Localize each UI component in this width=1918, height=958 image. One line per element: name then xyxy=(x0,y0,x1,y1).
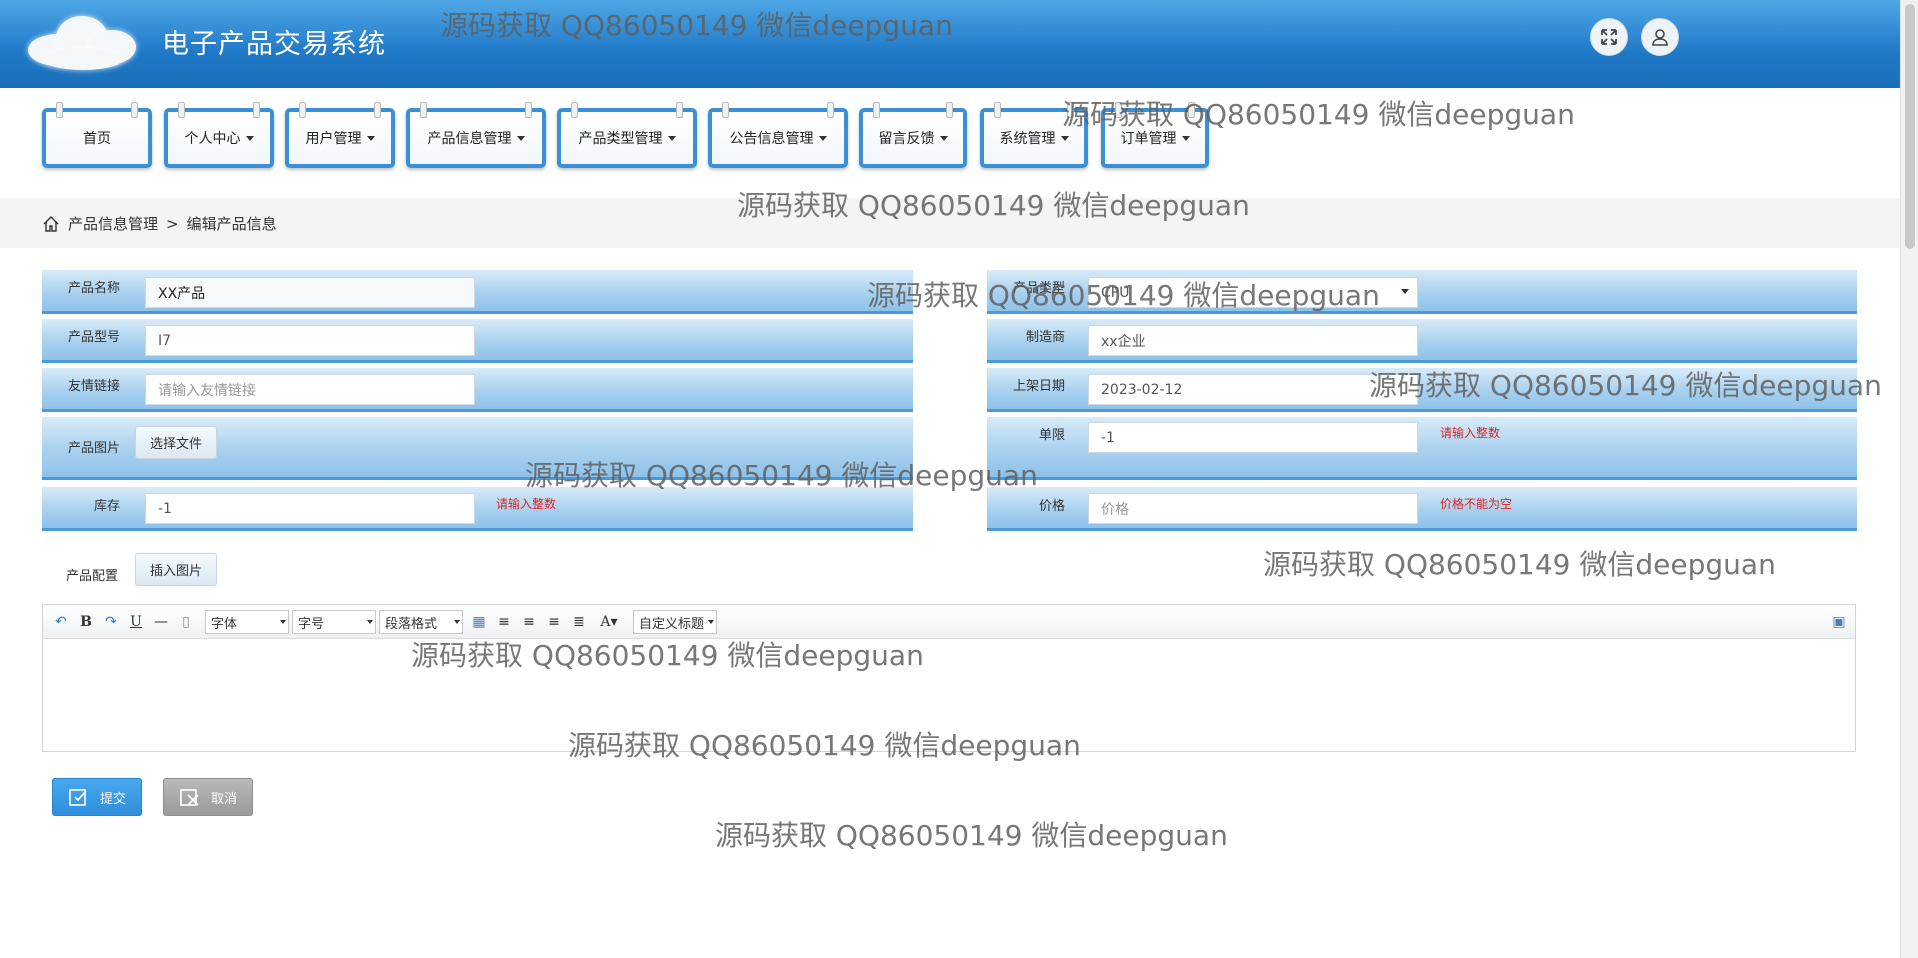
paragraph-format-select[interactable]: 段落格式 xyxy=(379,610,463,634)
breadcrumb-current: 编辑产品信息 xyxy=(186,215,277,233)
limit-input[interactable]: -1 xyxy=(1088,422,1418,453)
logo-cloud-icon xyxy=(18,8,138,72)
fullscreen-editor-icon[interactable]: ▣ xyxy=(1829,611,1849,633)
nav-notice-management[interactable]: 公告信息管理 xyxy=(708,102,848,168)
maker-input[interactable]: xx企业 xyxy=(1088,325,1418,356)
label-product-config: 产品配置 xyxy=(66,569,119,584)
watermark-text: 源码获取 QQ86050149 微信deepguan xyxy=(568,729,1081,762)
label-maker: 制造商 xyxy=(1026,330,1066,345)
align-right-icon[interactable]: ≡ xyxy=(519,611,539,633)
chevron-down-icon xyxy=(454,620,460,624)
breadcrumb-separator: > xyxy=(166,214,179,233)
caret-down-icon xyxy=(667,135,676,141)
label-listing-date: 上架日期 xyxy=(1013,379,1066,394)
redo-icon[interactable]: ↷ xyxy=(101,611,121,633)
nav-feedback[interactable]: 留言反馈 xyxy=(859,102,967,168)
nav-product-type-management[interactable]: 产品类型管理 xyxy=(557,102,697,168)
nav-personal-center[interactable]: 个人中心 xyxy=(164,102,274,168)
caret-down-icon xyxy=(1060,135,1069,141)
label-product-image: 产品图片 xyxy=(68,441,121,456)
align-justify-icon[interactable]: ≣ xyxy=(569,611,589,633)
underline-icon[interactable]: U xyxy=(126,611,146,633)
submit-button[interactable]: 提交 xyxy=(52,778,142,816)
font-color-icon[interactable]: A▾ xyxy=(596,611,622,633)
product-model-input[interactable]: I7 xyxy=(145,325,475,356)
horizontal-rule-icon[interactable]: — xyxy=(151,611,171,633)
edit-check-icon xyxy=(69,789,87,806)
price-error: 价格不能为空 xyxy=(1440,497,1513,511)
watermark-text: 源码获取 QQ86050149 微信deepguan xyxy=(1369,369,1882,402)
caret-down-icon xyxy=(516,135,525,141)
choose-file-button[interactable]: 选择文件 xyxy=(135,426,217,459)
chevron-down-icon xyxy=(708,620,714,624)
bold-icon[interactable]: B xyxy=(76,611,96,633)
label-stock: 库存 xyxy=(94,499,121,514)
custom-title-select[interactable]: 自定义标题 xyxy=(633,610,717,634)
user-icon xyxy=(1652,29,1668,46)
watermark-text: 源码获取 QQ86050149 微信deepguan xyxy=(715,819,1228,852)
caret-down-icon xyxy=(818,135,827,141)
breadcrumb-parent[interactable]: 产品信息管理 xyxy=(68,213,158,234)
watermark-text: 源码获取 QQ86050149 微信deepguan xyxy=(411,639,924,672)
breadcrumb: 产品信息管理 > 编辑产品信息 xyxy=(42,213,277,234)
watermark-text: 源码获取 QQ86050149 微信deepguan xyxy=(737,189,1250,222)
friend-link-input[interactable]: 请输入友情链接 xyxy=(145,374,475,405)
expand-icon xyxy=(1601,29,1617,45)
label-product-model: 产品型号 xyxy=(68,330,121,345)
stock-error: 请输入整数 xyxy=(496,497,557,511)
document-icon[interactable]: ▯ xyxy=(176,611,196,633)
watermark-text: 源码获取 QQ86050149 微信deepguan xyxy=(440,9,953,42)
align-left-icon[interactable]: ≡ xyxy=(494,611,514,633)
font-size-select[interactable]: 字号 xyxy=(292,610,376,634)
nav-home[interactable]: 首页 xyxy=(42,102,152,168)
label-product-name: 产品名称 xyxy=(68,281,121,296)
fullscreen-button[interactable] xyxy=(1590,18,1628,56)
cancel-button[interactable]: 取消 xyxy=(163,778,253,816)
home-icon[interactable] xyxy=(42,215,60,233)
font-select[interactable]: 字体 xyxy=(205,610,289,634)
watermark-text: 源码获取 QQ86050149 微信deepguan xyxy=(525,459,1038,492)
caret-down-icon xyxy=(245,135,254,141)
label-price: 价格 xyxy=(1039,499,1066,514)
undo-icon[interactable]: ↶ xyxy=(51,611,71,633)
caret-down-icon xyxy=(1181,135,1190,141)
scrollbar-thumb[interactable] xyxy=(1905,4,1915,249)
chevron-down-icon xyxy=(367,620,373,624)
watermark-text: 源码获取 QQ86050149 微信deepguan xyxy=(867,279,1380,312)
label-friend-link: 友情链接 xyxy=(68,379,121,394)
chevron-down-icon xyxy=(280,620,286,624)
product-name-input[interactable]: XX产品 xyxy=(145,277,475,308)
chevron-down-icon xyxy=(1401,289,1409,294)
watermark-text: 源码获取 QQ86050149 微信deepguan xyxy=(1263,548,1776,581)
editor-toolbar: ↶ B ↷ U — ▯ 字体 字号 段落格式 ▦ ≡ ≡ ≡ ≣ A▾ 自定义标… xyxy=(43,605,1855,639)
page-scrollbar[interactable] xyxy=(1900,0,1918,958)
stock-input[interactable]: -1 xyxy=(145,493,475,524)
caret-down-icon xyxy=(366,135,375,141)
label-limit: 单限 xyxy=(1039,428,1066,443)
app-title: 电子产品交易系统 xyxy=(162,29,386,60)
table-icon[interactable]: ▦ xyxy=(469,611,489,633)
price-input[interactable]: 价格 xyxy=(1088,493,1418,524)
align-center-icon[interactable]: ≡ xyxy=(544,611,564,633)
insert-image-button[interactable]: 插入图片 xyxy=(135,553,217,586)
nav-user-management[interactable]: 用户管理 xyxy=(285,102,395,168)
watermark-text: 源码获取 QQ86050149 微信deepguan xyxy=(1062,98,1575,131)
user-profile-button[interactable] xyxy=(1641,18,1679,56)
nav-product-info-management[interactable]: 产品信息管理 xyxy=(406,102,546,168)
cancel-icon xyxy=(180,789,199,806)
caret-down-icon xyxy=(939,135,948,141)
limit-error: 请输入整数 xyxy=(1440,426,1501,440)
